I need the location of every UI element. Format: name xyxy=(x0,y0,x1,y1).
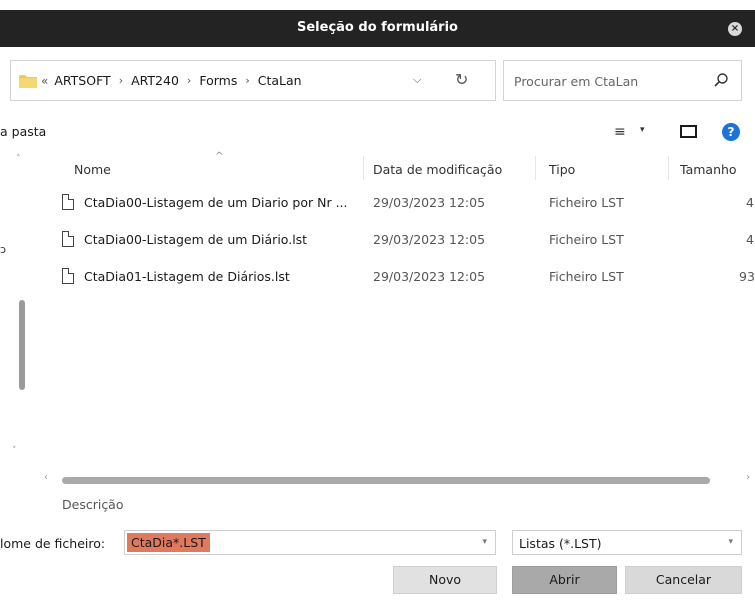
file-icon xyxy=(62,231,74,247)
file-name: CtaDia01-Listagem de Diários.lst xyxy=(84,269,290,284)
file-modified: 29/03/2023 12:05 xyxy=(373,269,486,284)
preview-pane-icon[interactable] xyxy=(680,125,697,138)
file-list: CtaDia00-Listagem de um Diario por Nr ..… xyxy=(60,190,755,301)
nav-item-fragment[interactable]: ɔ xyxy=(0,243,6,256)
open-button[interactable]: Abrir xyxy=(512,566,617,594)
file-modified: 29/03/2023 12:05 xyxy=(373,195,486,210)
file-icon xyxy=(62,268,74,284)
file-type: Ficheiro LST xyxy=(549,232,624,247)
folder-icon xyxy=(19,75,37,88)
chevron-down-icon[interactable]: ▾ xyxy=(482,537,487,547)
file-type: Ficheiro LST xyxy=(549,195,624,210)
address-bar[interactable]: « ARTSOFT › ART240 › Forms › CtaLan ⌵ ↻ xyxy=(10,60,496,101)
new-folder-button[interactable]: a pasta xyxy=(0,124,46,139)
search-input[interactable]: Procurar em CtaLan xyxy=(503,60,742,101)
title-bar: Seleção do formulário × xyxy=(0,10,755,47)
new-button[interactable]: Novo xyxy=(393,566,497,594)
horizontal-scrollbar[interactable]: ‹ › xyxy=(44,472,755,488)
scroll-up-icon[interactable]: ˄ xyxy=(16,154,21,164)
column-headers: Nome ^ Data de modificação Tipo Tamanho xyxy=(60,150,755,185)
filename-value[interactable]: CtaDia*.LST xyxy=(127,533,210,552)
scroll-down-icon[interactable]: ˅ xyxy=(12,446,17,456)
file-row[interactable]: CtaDia01-Listagem de Diários.lst 29/03/2… xyxy=(60,264,755,301)
column-divider[interactable] xyxy=(363,156,364,180)
file-modified: 29/03/2023 12:05 xyxy=(373,232,486,247)
file-size: 4 xyxy=(746,195,754,210)
column-header-size[interactable]: Tamanho xyxy=(680,162,737,177)
horizontal-scrollbar-thumb[interactable] xyxy=(62,477,710,484)
chevron-down-icon[interactable]: ▾ xyxy=(728,537,733,547)
caret-down-icon[interactable]: ▾ xyxy=(640,125,645,135)
description-label: Descrição xyxy=(62,497,124,512)
breadcrumb-item-forms[interactable]: Forms xyxy=(199,73,237,88)
file-icon xyxy=(62,194,74,210)
toolbar: a pasta ≡ ▾ ? xyxy=(0,116,755,146)
scroll-right-icon[interactable]: › xyxy=(746,472,750,483)
file-type: Ficheiro LST xyxy=(549,269,624,284)
file-size: 93 xyxy=(739,269,755,284)
help-icon[interactable]: ? xyxy=(722,123,740,141)
breadcrumb: « ARTSOFT › ART240 › Forms › CtaLan xyxy=(41,73,302,88)
breadcrumb-item-ctalan[interactable]: CtaLan xyxy=(258,73,302,88)
sort-ascending-icon: ^ xyxy=(215,151,224,162)
nav-scrollbar-thumb[interactable] xyxy=(19,300,25,390)
column-header-type[interactable]: Tipo xyxy=(549,162,575,177)
column-divider[interactable] xyxy=(535,156,536,180)
file-row[interactable]: CtaDia00-Listagem de um Diário.lst 29/03… xyxy=(60,227,755,264)
cancel-button[interactable]: Cancelar xyxy=(625,566,742,594)
file-name: CtaDia00-Listagem de um Diario por Nr ..… xyxy=(84,195,348,210)
file-type-value: Listas (*.LST) xyxy=(519,536,602,551)
close-button[interactable]: × xyxy=(728,22,742,36)
column-divider[interactable] xyxy=(668,156,669,180)
chevron-right-icon[interactable]: › xyxy=(187,74,191,87)
chevron-right-icon[interactable]: › xyxy=(119,74,123,87)
navigation-pane: ˄ ɔ ˅ xyxy=(0,150,36,468)
breadcrumb-overflow-icon[interactable]: « xyxy=(41,74,48,88)
column-header-name[interactable]: Nome xyxy=(74,162,111,177)
filename-input[interactable]: CtaDia*.LST ▾ xyxy=(124,530,496,555)
view-options-icon[interactable]: ≡ xyxy=(614,124,626,140)
window-title: Seleção do formulário xyxy=(297,20,458,35)
chevron-right-icon[interactable]: › xyxy=(245,74,249,87)
file-type-select[interactable]: Listas (*.LST) ▾ xyxy=(512,530,742,555)
search-placeholder: Procurar em CtaLan xyxy=(514,74,639,89)
search-icon[interactable] xyxy=(713,72,729,88)
filename-label: lome de ficheiro: xyxy=(0,536,106,551)
refresh-icon[interactable]: ↻ xyxy=(455,70,468,89)
file-name: CtaDia00-Listagem de um Diário.lst xyxy=(84,232,308,247)
file-row[interactable]: CtaDia00-Listagem de um Diario por Nr ..… xyxy=(60,190,755,227)
chevron-down-icon[interactable]: ⌵ xyxy=(413,73,421,87)
scroll-left-icon[interactable]: ‹ xyxy=(44,472,48,483)
file-size: 4 xyxy=(746,232,754,247)
breadcrumb-item-artsoft[interactable]: ARTSOFT xyxy=(54,73,110,88)
breadcrumb-item-art240[interactable]: ART240 xyxy=(131,73,179,88)
column-header-modified[interactable]: Data de modificação xyxy=(373,162,502,177)
